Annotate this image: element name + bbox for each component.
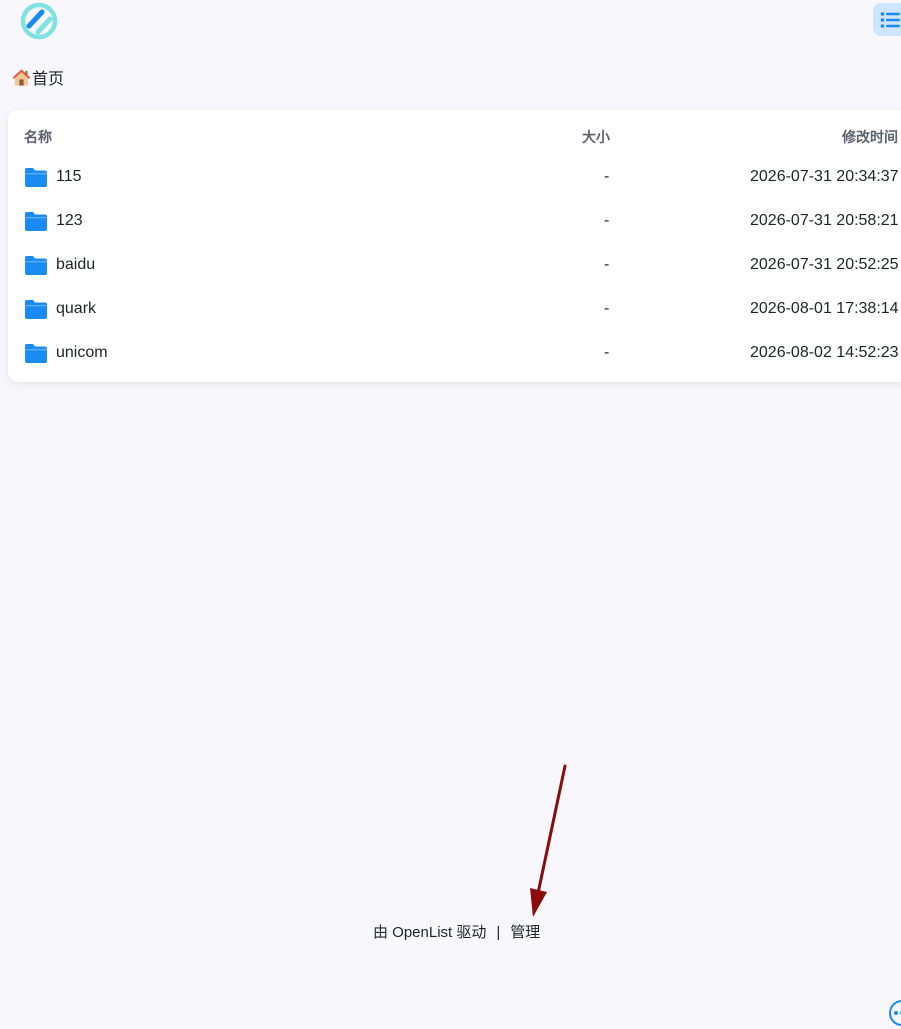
- footer: 由 OpenList 驱动 | 管理: [373, 921, 540, 941]
- breadcrumb-home-link[interactable]: 首页: [32, 65, 64, 89]
- openlist-logo-icon[interactable]: [20, 2, 58, 40]
- file-name: baidu: [56, 256, 96, 273]
- file-modified-time: 2026-08-01 17:38:14: [750, 300, 899, 317]
- list-view-toggle-button[interactable]: [873, 3, 901, 36]
- file-browser-page: 首页 名称 大小 修改时间 115 - 2026-07-31 20:34:37 …: [0, 0, 901, 1029]
- folder-icon: [25, 168, 47, 187]
- file-size: -: [604, 300, 610, 317]
- file-size: -: [604, 256, 610, 273]
- column-header-name[interactable]: 名称: [24, 127, 52, 147]
- folder-icon: [25, 256, 47, 275]
- folder-icon: [25, 344, 47, 363]
- annotation-arrow: [530, 764, 567, 917]
- file-list-card: 名称 大小 修改时间 115 - 2026-07-31 20:34:37 123…: [8, 110, 901, 382]
- file-size: -: [604, 212, 610, 229]
- house-icon: [12, 68, 31, 86]
- table-row[interactable]: quark - 2026-08-01 17:38:14: [8, 288, 901, 332]
- file-size: -: [604, 168, 610, 185]
- folder-icon: [25, 212, 47, 231]
- table-row[interactable]: baidu - 2026-07-31 20:52:25: [8, 244, 901, 288]
- table-row[interactable]: 123 - 2026-07-31 20:58:21: [8, 200, 901, 244]
- manage-link[interactable]: 管理: [510, 924, 540, 941]
- file-name: 115: [56, 168, 82, 185]
- breadcrumb: 首页: [12, 66, 64, 88]
- file-name: 123: [56, 212, 83, 229]
- powered-by-link[interactable]: 由 OpenList 驱动: [373, 924, 486, 941]
- file-modified-time: 2026-07-31 20:52:25: [750, 256, 899, 273]
- file-name: quark: [56, 300, 97, 317]
- list-view-icon: [880, 12, 900, 28]
- file-modified-time: 2026-07-31 20:34:37: [750, 168, 899, 185]
- file-size: -: [604, 344, 610, 361]
- column-header-modified[interactable]: 修改时间: [842, 127, 898, 147]
- file-modified-time: 2026-07-31 20:58:21: [750, 212, 899, 229]
- file-modified-time: 2026-08-02 14:52:23: [750, 344, 899, 361]
- file-name: unicom: [56, 344, 108, 361]
- more-actions-button[interactable]: [889, 1000, 901, 1026]
- table-row[interactable]: 115 - 2026-07-31 20:34:37: [8, 156, 901, 200]
- folder-icon: [25, 300, 47, 319]
- table-row[interactable]: unicom - 2026-08-02 14:52:23: [8, 332, 901, 376]
- footer-separator: |: [496, 924, 501, 941]
- column-header-size[interactable]: 大小: [582, 127, 610, 147]
- more-dots-icon: [894, 1011, 898, 1015]
